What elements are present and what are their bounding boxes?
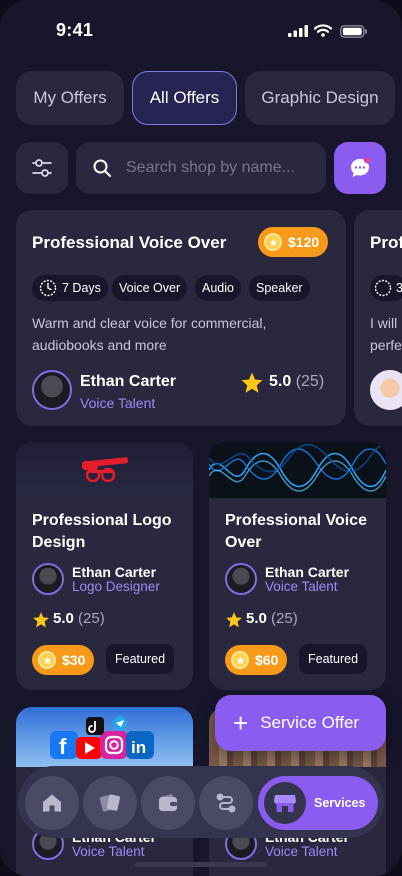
tab-graphic-design[interactable]: Graphic Design	[245, 71, 395, 125]
tag-speaker: Speaker	[249, 275, 310, 301]
offer-description-line: perfe	[370, 337, 402, 353]
wifi-icon	[314, 24, 332, 37]
rating-value: 5.0	[269, 373, 292, 390]
price-value: $30	[62, 652, 86, 668]
coin-icon	[231, 651, 249, 669]
search-bar[interactable]	[76, 142, 326, 194]
coin-icon	[264, 233, 282, 251]
rating-value: 5.0	[246, 610, 267, 627]
review-count: (25)	[271, 610, 298, 627]
offer-title: Prof	[370, 233, 402, 252]
home-indicator	[135, 862, 267, 867]
tab-my-offers[interactable]: My Offers	[16, 71, 124, 125]
chat-button[interactable]	[334, 142, 386, 194]
offer-description: Warm and clear voice for commercial, aud…	[32, 315, 267, 353]
clock-icon	[374, 279, 392, 297]
nav-services-label: Services	[314, 796, 366, 810]
social-icons-image: f in	[50, 716, 154, 759]
featured-badge: Featured	[106, 644, 175, 674]
avatar	[225, 563, 257, 595]
offer-title: Professional Voice Over	[225, 512, 367, 551]
coin-icon	[38, 651, 56, 669]
rating: 5.0 (25)	[269, 373, 324, 391]
svg-text:in: in	[131, 738, 146, 757]
battery-icon	[340, 25, 367, 38]
wallet-icon	[159, 794, 177, 811]
service-offer-label: Service Offer	[260, 713, 360, 732]
tag-duration: 3	[370, 275, 402, 301]
seller-name: Ethan Carter	[265, 564, 350, 580]
offer-card[interactable]: Professional Voice Over Ethan Carter Voi…	[209, 442, 386, 690]
tag-duration: 7 Days	[32, 275, 108, 301]
search-icon	[93, 159, 111, 177]
nav-wallet-button[interactable]	[141, 776, 195, 830]
seller-role: Voice Talent	[80, 395, 156, 411]
seller-role: Logo Designer	[72, 579, 160, 594]
star-icon	[226, 612, 242, 628]
price-badge: $120	[258, 227, 329, 257]
avatar	[32, 563, 64, 595]
status-bar: 9:41	[0, 0, 402, 60]
storefront-icon	[264, 782, 306, 824]
offer-card-peek[interactable]: Prof 3 I will perfe	[354, 210, 402, 426]
sound-wave-image	[209, 443, 386, 492]
price-value: $60	[255, 652, 279, 668]
offer-title: Professional Voice Over	[32, 233, 227, 252]
search-input[interactable]	[124, 158, 308, 178]
tag-audio: Audio	[195, 275, 241, 301]
route-icon	[216, 793, 236, 813]
service-offer-button[interactable]: + Service Offer	[215, 695, 386, 751]
seller-role: Voice Talent	[265, 844, 338, 859]
seller-role: Voice Talent	[72, 844, 145, 859]
nav-home-button[interactable]	[25, 776, 79, 830]
seller-name: Ethan Carter	[80, 373, 177, 390]
status-time: 9:41	[56, 20, 94, 40]
tag-duration-label: 3	[396, 281, 402, 295]
plus-icon: +	[233, 708, 249, 738]
nav-services-button[interactable]: Services	[258, 776, 378, 830]
avatar	[32, 370, 72, 410]
nav-cards-button[interactable]	[83, 776, 137, 830]
offer-description-line: I will	[370, 315, 398, 331]
tag-voice-over: Voice Over	[112, 275, 188, 301]
logo-design-banner	[16, 442, 193, 498]
tag-duration-label: 7 Days	[62, 281, 101, 295]
rating-value: 5.0	[53, 610, 74, 627]
price-value: $120	[288, 234, 320, 250]
nav-route-button[interactable]	[199, 776, 253, 830]
filter-button[interactable]	[16, 142, 68, 194]
price-badge: $60	[225, 645, 288, 675]
clock-icon	[39, 279, 57, 297]
star-icon	[241, 372, 263, 393]
price-badge: $30	[32, 645, 95, 675]
social-media-banner: f in	[16, 707, 193, 767]
cannon-logo-image	[82, 457, 129, 482]
tab-all-offers[interactable]: All Offers	[132, 71, 237, 125]
offer-card[interactable]: Professional Logo Design Ethan Carter Lo…	[16, 442, 193, 690]
svg-text:f: f	[59, 734, 67, 759]
rating: 5.0 (25)	[246, 610, 298, 627]
cards-icon	[99, 794, 120, 812]
star-icon	[33, 612, 49, 628]
home-icon	[43, 794, 61, 812]
review-count: (25)	[78, 610, 105, 627]
featured-badge: Featured	[299, 644, 368, 674]
seller-role: Voice Talent	[265, 579, 338, 594]
offer-card-featured[interactable]: Professional Voice Over $120 7 Days Voic…	[16, 210, 346, 426]
bottom-nav: Services	[18, 766, 384, 838]
rating: 5.0 (25)	[53, 610, 105, 627]
app-screen: 9:41 My Offers All Offers Graphic Design…	[0, 0, 402, 876]
sliders-icon	[32, 159, 52, 177]
signal-icon	[288, 25, 308, 37]
seller-name: Ethan Carter	[72, 564, 157, 580]
sound-wave-banner	[209, 442, 386, 498]
avatar	[370, 370, 402, 410]
offer-title: Professional Logo Design	[32, 512, 172, 551]
review-count: (25)	[295, 373, 325, 390]
chat-bubble-icon	[351, 156, 372, 177]
